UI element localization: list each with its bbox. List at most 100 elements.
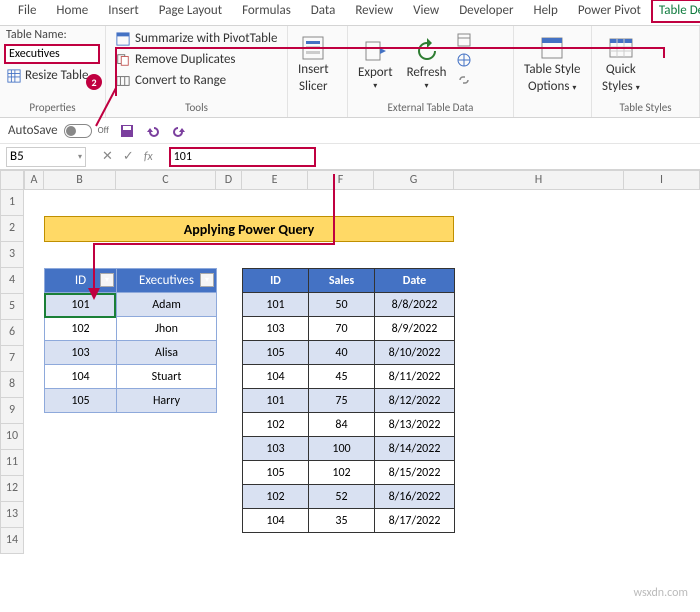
tab-home[interactable]: Home: [46, 0, 98, 25]
worksheet-grid[interactable]: ABCDEFGHI 1234567891011121314 Applying P…: [0, 170, 700, 590]
fx-icon[interactable]: fx: [144, 150, 153, 164]
filter-dropdown-icon[interactable]: ▾: [100, 273, 114, 287]
tab-table-design[interactable]: Table Design: [651, 0, 700, 23]
table-row[interactable]: 1051028/15/2022: [243, 461, 455, 485]
table-row[interactable]: 101508/8/2022: [243, 293, 455, 317]
autosave-label: AutoSave: [8, 123, 58, 138]
col-header-C[interactable]: C: [116, 170, 216, 190]
tab-view[interactable]: View: [403, 0, 449, 25]
row-header[interactable]: 12: [0, 476, 24, 502]
formula-input[interactable]: [169, 147, 316, 167]
table-row[interactable]: 103Alisa: [45, 341, 217, 365]
tab-review[interactable]: Review: [345, 0, 403, 25]
autosave-state: Off: [98, 125, 109, 136]
redo-icon[interactable]: [171, 123, 187, 139]
col-header-I[interactable]: I: [624, 170, 700, 190]
row-header[interactable]: 2: [0, 216, 24, 242]
filter-dropdown-icon[interactable]: ▾: [200, 273, 214, 287]
table-row[interactable]: 101758/12/2022: [243, 389, 455, 413]
col-header-G[interactable]: G: [374, 170, 454, 190]
refresh-button[interactable]: Refresh▾: [401, 28, 453, 101]
toggle-icon: [64, 124, 92, 138]
refresh-label: Refresh: [407, 66, 447, 80]
table-row[interactable]: 1031008/14/2022: [243, 437, 455, 461]
table-name-label: Table Name:: [4, 28, 101, 42]
col-header-E[interactable]: E: [242, 170, 308, 190]
col-header-H[interactable]: H: [454, 170, 624, 190]
tab-insert[interactable]: Insert: [98, 0, 149, 25]
summarize-pivot-label: Summarize with PivotTable: [135, 31, 277, 46]
col-header-B[interactable]: B: [44, 170, 116, 190]
row-header[interactable]: 9: [0, 398, 24, 424]
save-icon[interactable]: [119, 123, 135, 139]
row-header[interactable]: 5: [0, 294, 24, 320]
ribbon-tabs: File Home Insert Page Layout Formulas Da…: [0, 0, 700, 26]
table-row[interactable]: 104458/11/2022: [243, 365, 455, 389]
executives-table[interactable]: ID▾Executives▾101Adam102Jhon103Alisa104S…: [44, 268, 217, 413]
enter-icon[interactable]: ✓: [123, 149, 134, 164]
tab-data[interactable]: Data: [301, 0, 346, 25]
style-options-l1: Table Style: [524, 63, 580, 77]
sales-table[interactable]: IDSalesDate101508/8/2022103708/9/2022105…: [242, 268, 455, 533]
quick-styles-l1: Quick: [606, 63, 636, 77]
select-all-corner[interactable]: [0, 170, 24, 190]
row-header[interactable]: 8: [0, 372, 24, 398]
quick-styles-icon: [608, 35, 634, 61]
insert-slicer-button[interactable]: Insert Slicer: [292, 28, 335, 101]
quick-styles-button[interactable]: Quick Styles ▾: [596, 28, 646, 101]
table-row[interactable]: 105408/10/2022: [243, 341, 455, 365]
table-style-options-button[interactable]: Table Style Options ▾: [518, 28, 586, 101]
col-header-F[interactable]: F: [308, 170, 374, 190]
table-name-input[interactable]: [4, 44, 100, 64]
row-header[interactable]: 6: [0, 320, 24, 346]
tab-file[interactable]: File: [8, 0, 46, 25]
cancel-icon[interactable]: ✕: [102, 149, 113, 164]
watermark-text: wsxdn.com: [633, 586, 688, 600]
row-header[interactable]: 7: [0, 346, 24, 372]
tab-developer[interactable]: Developer: [449, 0, 523, 25]
pivot-icon: [116, 32, 130, 46]
callout-2: 2: [86, 74, 102, 90]
name-box[interactable]: B5 ▾: [6, 147, 86, 167]
tab-power-pivot[interactable]: Power Pivot: [568, 0, 651, 25]
col-header-D[interactable]: D: [216, 170, 242, 190]
style-options-l2: Options: [528, 79, 569, 94]
table-row[interactable]: 104Stuart: [45, 365, 217, 389]
ribbon-body: Table Name: Resize Table Properties Summ…: [0, 26, 700, 118]
row-header[interactable]: 13: [0, 502, 24, 528]
unlink-icon[interactable]: [456, 72, 472, 88]
tab-formulas[interactable]: Formulas: [232, 0, 301, 25]
remove-duplicates-label: Remove Duplicates: [135, 52, 236, 67]
refresh-icon: [414, 38, 440, 64]
title-row: Applying Power Query: [44, 216, 454, 242]
autosave-toggle[interactable]: AutoSave Off: [8, 123, 109, 138]
row-header[interactable]: 1: [0, 190, 24, 216]
table-row[interactable]: 102848/13/2022: [243, 413, 455, 437]
open-browser-icon[interactable]: [456, 52, 472, 68]
col-header-label: Executives: [139, 273, 194, 288]
convert-range-button[interactable]: Convert to Range: [114, 72, 279, 89]
row-header[interactable]: 3: [0, 242, 24, 268]
row-header[interactable]: 10: [0, 424, 24, 450]
properties-icon[interactable]: [456, 32, 472, 48]
export-button[interactable]: Export▾: [352, 28, 399, 101]
tab-help[interactable]: Help: [523, 0, 567, 25]
table-row[interactable]: 101Adam: [45, 293, 217, 317]
slicer-label-1: Insert: [298, 63, 329, 77]
table-row[interactable]: 102528/16/2022: [243, 485, 455, 509]
col-header-A[interactable]: A: [24, 170, 44, 190]
table-row[interactable]: 103708/9/2022: [243, 317, 455, 341]
remove-duplicates-button[interactable]: Remove Duplicates: [114, 51, 279, 68]
table-row[interactable]: 105Harry: [45, 389, 217, 413]
quick-access-toolbar: AutoSave Off: [0, 118, 700, 144]
table-row[interactable]: 102Jhon: [45, 317, 217, 341]
table-row[interactable]: 104358/17/2022: [243, 509, 455, 533]
quick-styles-l2: Styles: [602, 79, 633, 94]
row-header[interactable]: 14: [0, 528, 24, 554]
summarize-pivot-button[interactable]: Summarize with PivotTable: [114, 30, 279, 47]
row-header[interactable]: 11: [0, 450, 24, 476]
undo-icon[interactable]: [145, 123, 161, 139]
row-header[interactable]: 4: [0, 268, 24, 294]
tab-page-layout[interactable]: Page Layout: [149, 0, 232, 25]
chevron-down-icon: ▾: [373, 82, 377, 91]
